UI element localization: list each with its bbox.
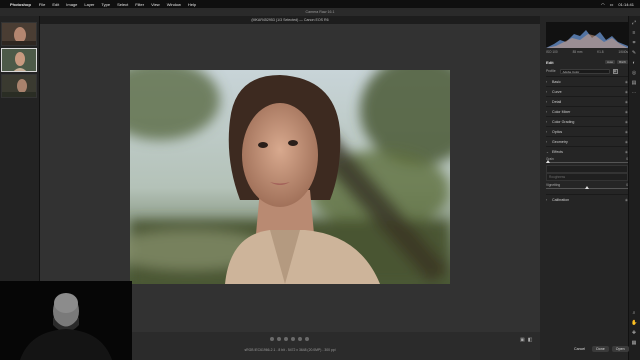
done-button[interactable]: Done: [592, 346, 609, 352]
expand-icon[interactable]: ⤢: [631, 20, 637, 26]
histogram: [546, 22, 628, 48]
section-detail[interactable]: › Detail ◉: [546, 96, 628, 106]
menu-select[interactable]: Select: [117, 2, 128, 7]
vignetting-slider[interactable]: Vignetting0: [546, 183, 628, 189]
camera-settings: ISO 100 85 mm f/1.8 1/640s: [546, 50, 628, 54]
edit-icon[interactable]: ≡: [631, 30, 637, 36]
auto-button[interactable]: Auto: [604, 60, 616, 64]
section-effects[interactable]: ⌄ Effects ◉: [546, 146, 628, 156]
footer-buttons: Cancel Done Open: [570, 346, 629, 352]
menu-layer[interactable]: Layer: [84, 2, 94, 7]
battery-icon[interactable]: ▭: [610, 2, 614, 7]
clock[interactable]: 01:14:41: [618, 2, 634, 7]
toggle-view-icon[interactable]: ◧: [528, 337, 533, 343]
aperture-value: f/1.8: [597, 50, 604, 54]
view-icons: ▣ ◧: [520, 337, 532, 343]
section-color-grading[interactable]: › Color Grading ◉: [546, 116, 628, 126]
edit-header: Edit Auto B&W: [546, 58, 628, 66]
dot-4: [291, 337, 295, 341]
shutter-value: 1/640s: [618, 50, 628, 54]
grid-icon[interactable]: ▦: [631, 340, 637, 346]
vignetting-label: Vignetting: [546, 183, 561, 187]
menu-bar: Photoshop File Edit Image Layer Type Sel…: [0, 0, 640, 8]
grain-slider[interactable]: Grain0: [546, 157, 628, 163]
dot-6: [305, 337, 309, 341]
grain-knob[interactable]: [546, 160, 550, 163]
open-button[interactable]: Open: [611, 346, 629, 352]
menu-image[interactable]: Image: [66, 2, 77, 7]
edit-title: Edit: [546, 59, 554, 65]
section-optics[interactable]: › Optics ◉: [546, 126, 628, 136]
menu-app-name[interactable]: Photoshop: [10, 2, 31, 7]
menu-filter[interactable]: Filter: [135, 2, 144, 7]
cancel-button[interactable]: Cancel: [570, 346, 589, 352]
menu-window[interactable]: Window: [167, 2, 181, 7]
profile-label: Profile: [546, 69, 556, 73]
window-title: Camera Raw 16.1: [0, 8, 640, 16]
profile-select[interactable]: Adobe Color: [559, 68, 610, 74]
section-curve[interactable]: › Curve ◉: [546, 86, 628, 96]
thumbnail-3[interactable]: [1, 74, 37, 98]
workflow-options-link[interactable]: sRGB IEC61966-2.1 - 8 bit - 5472 x 3648 …: [220, 348, 360, 352]
compare-view-icon[interactable]: ▣: [520, 337, 525, 343]
section-calibration[interactable]: › Calibration ◉: [546, 194, 628, 204]
menu-edit[interactable]: Edit: [52, 2, 59, 7]
redeye-icon[interactable]: ◎: [631, 70, 637, 76]
selection-info: (MKAR452953 (1/3 Selected): [251, 18, 299, 22]
section-color-mixer[interactable]: › Color Mixer ◉: [546, 106, 628, 116]
grain-size-box: [546, 165, 628, 173]
camera-info: Canon EOS R6: [303, 18, 329, 22]
bw-button[interactable]: B&W: [617, 60, 628, 64]
crop-icon[interactable]: ⌗: [631, 40, 637, 46]
more-icon[interactable]: ⋯: [631, 90, 637, 96]
zoom-dots[interactable]: [270, 337, 309, 341]
mask-icon[interactable]: ◐: [631, 60, 637, 66]
webcam-overlay: [0, 281, 132, 360]
dot-1: [270, 337, 274, 341]
profile-browser-icon[interactable]: ▦: [612, 68, 618, 74]
iso-value: ISO 100: [546, 50, 558, 54]
menu-type[interactable]: Type: [101, 2, 110, 7]
menu-help[interactable]: Help: [188, 2, 196, 7]
image-info-row: (MKAR452953 (1/3 Selected) — Canon EOS R…: [251, 18, 329, 22]
dot-2: [277, 337, 281, 341]
heal-icon[interactable]: ✎: [631, 50, 637, 56]
dot-5: [298, 337, 302, 341]
menu-file[interactable]: File: [39, 2, 45, 7]
tool-strip: [628, 16, 640, 360]
dot-3: [284, 337, 288, 341]
sampler-icon[interactable]: ✚: [631, 330, 637, 336]
section-geometry[interactable]: › Geometry ◉: [546, 136, 628, 146]
profile-row: Profile Adobe Color ▦: [546, 68, 628, 74]
menu-view[interactable]: View: [151, 2, 160, 7]
thumbnail-1[interactable]: [1, 22, 37, 46]
hand-icon[interactable]: ✋: [631, 320, 637, 326]
presets-icon[interactable]: ▤: [631, 80, 637, 86]
preview-image[interactable]: [130, 70, 450, 284]
vignetting-knob[interactable]: [585, 186, 589, 189]
thumbnail-2[interactable]: [1, 48, 37, 72]
section-basic[interactable]: › Basic ◉: [546, 76, 628, 86]
roughness-box: Roughness: [546, 173, 628, 181]
focal-value: 85 mm: [572, 50, 583, 54]
zoom-icon[interactable]: ⌕: [631, 310, 637, 316]
wifi-icon[interactable]: ◠: [601, 2, 605, 7]
